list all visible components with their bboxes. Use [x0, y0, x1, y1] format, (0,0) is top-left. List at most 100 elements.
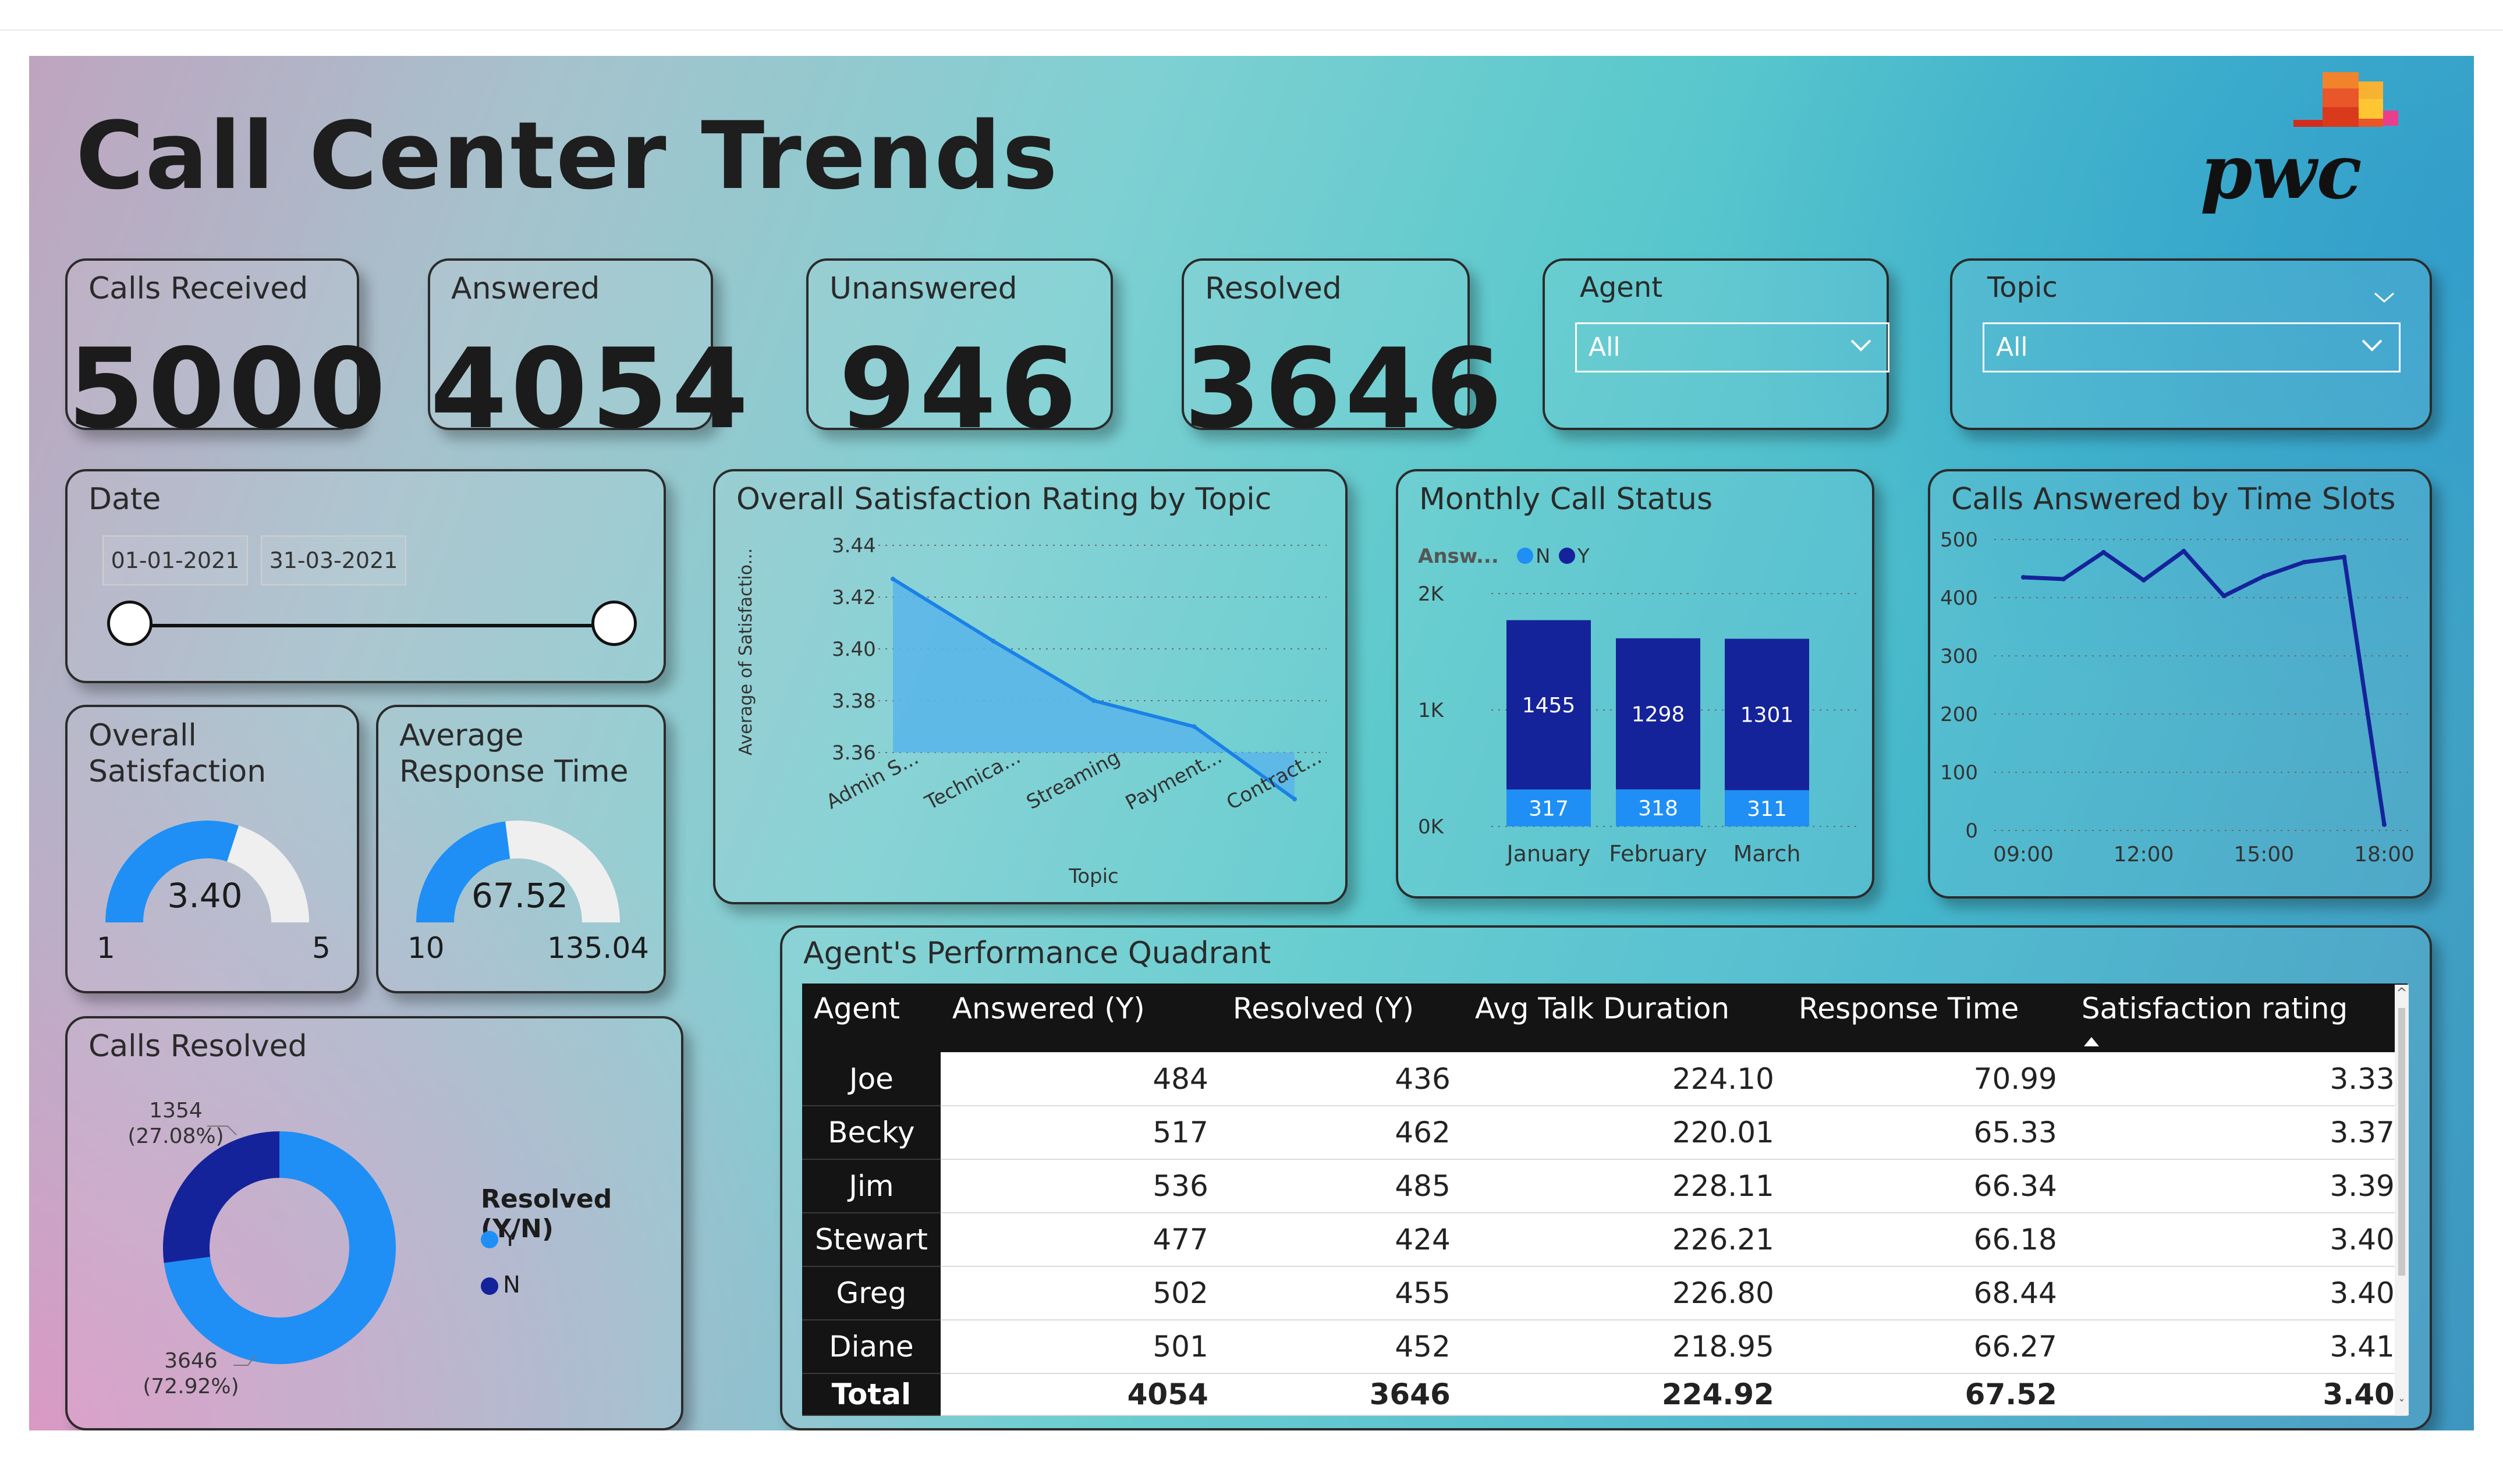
- gauge-value: 67.52: [471, 876, 569, 915]
- agent-name-cell: Total: [802, 1373, 941, 1416]
- agent-dropdown[interactable]: All: [1575, 322, 1889, 372]
- legend-label: Y: [503, 1225, 517, 1252]
- topic-dropdown[interactable]: All: [1983, 322, 2401, 372]
- gauge-title: Overall Satisfaction: [88, 718, 266, 790]
- kpi-label: Resolved: [1205, 271, 1342, 306]
- table-row[interactable]: Stewart 477 424 226.21 66.18 3.40: [802, 1213, 2408, 1267]
- gauge-chart: [105, 821, 309, 922]
- kpi-answered: Answered 4054: [428, 258, 749, 453]
- table-row[interactable]: Greg 502 455 226.80 68.44 3.40: [802, 1266, 2408, 1320]
- data-point: [1091, 698, 1096, 703]
- table-row[interactable]: Jim 536 485 228.11 66.34 3.39: [802, 1159, 2408, 1213]
- gauge-title-line1: Average: [399, 718, 524, 753]
- table-row[interactable]: Becky 517 462 220.01 65.33 3.37: [802, 1106, 2408, 1160]
- table-cell: 3646: [1221, 1373, 1463, 1416]
- data-point: [2061, 577, 2066, 581]
- data-point: [891, 576, 895, 581]
- data-point: [2221, 594, 2227, 598]
- column-header-satisfaction[interactable]: Satisfaction rating: [2069, 984, 2408, 1052]
- column-header-answered[interactable]: Answered (Y): [940, 984, 1221, 1052]
- y-axis-title: Average of Satisfactio...: [736, 548, 756, 755]
- table-cell: 67.52: [1786, 1373, 2070, 1416]
- legend-label: Y: [1577, 545, 1590, 568]
- scroll-down-icon[interactable]: ˇ: [2395, 1398, 2409, 1413]
- kpi-calls-received: Calls Received 5000: [65, 258, 386, 453]
- table-cell: 424: [1221, 1213, 1463, 1267]
- table-cell: 3.40: [2069, 1266, 2408, 1320]
- agent-performance-table: Agent Answered (Y) Resolved (Y) Avg Talk…: [802, 984, 2408, 1416]
- gauge-chart: [416, 821, 620, 922]
- y-tick-label: 100: [1940, 761, 1978, 784]
- table-total-row[interactable]: Total 4054 3646 224.92 67.52 3.40: [802, 1373, 2408, 1416]
- column-header-label: Satisfaction rating: [2081, 992, 2348, 1025]
- date-start-input[interactable]: 01-01-2021: [102, 535, 248, 585]
- x-tick-label: Payment...: [1122, 745, 1226, 815]
- scroll-up-icon[interactable]: ^: [2395, 986, 2409, 1000]
- table-cell: 501: [940, 1320, 1221, 1374]
- x-tick-label: Streaming: [1023, 745, 1124, 814]
- date-slider-end-handle[interactable]: [591, 601, 637, 646]
- table-cell: 452: [1221, 1320, 1463, 1374]
- table-cell: 224.10: [1463, 1052, 1787, 1106]
- column-header-response-time[interactable]: Response Time: [1786, 984, 2070, 1052]
- x-tick-label: 12:00: [2114, 843, 2174, 867]
- x-axis-title: Topic: [1068, 865, 1119, 888]
- legend-item-n[interactable]: N: [481, 1272, 520, 1298]
- data-label: 311: [1747, 797, 1787, 821]
- donut-label-pct: (27.08%): [127, 1124, 224, 1148]
- donut-label-pct: (72.92%): [143, 1375, 239, 1398]
- y-tick-label: 300: [1940, 645, 1978, 668]
- gauge-max: 5: [312, 931, 331, 965]
- scrollbar-thumb[interactable]: [2398, 1008, 2405, 1276]
- gauge-value: 3.40: [167, 876, 243, 915]
- data-point: [1192, 724, 1197, 729]
- data-point: [2302, 560, 2307, 565]
- table-cell: 436: [1221, 1052, 1463, 1106]
- chevron-down-icon: [1850, 339, 1871, 352]
- column-header-agent[interactable]: Agent: [802, 984, 941, 1052]
- gauge-overall-satisfaction: Overall Satisfaction 3.40 1 5: [65, 705, 359, 993]
- table-row[interactable]: Joe 484 436 224.10 70.99 3.33: [802, 1052, 2408, 1106]
- kpi-label: Answered: [451, 271, 600, 306]
- table-cell: 477: [940, 1213, 1221, 1267]
- date-slider-start-handle[interactable]: [107, 601, 153, 646]
- donut-label-value: 3646: [164, 1349, 218, 1373]
- column-header-talk-duration[interactable]: Avg Talk Duration: [1463, 984, 1787, 1052]
- x-tick-label: January: [1505, 841, 1590, 867]
- y-tick-label: 1K: [1418, 699, 1445, 722]
- table-cell: 66.34: [1786, 1159, 2070, 1213]
- legend-label: N: [1536, 545, 1550, 568]
- column-header-resolved[interactable]: Resolved (Y): [1221, 984, 1463, 1052]
- chevron-down-icon: [2362, 339, 2383, 352]
- table-cell: 218.95: [1463, 1320, 1787, 1374]
- kpi-value: 5000: [68, 325, 389, 453]
- legend-dot-icon: [1517, 548, 1533, 564]
- agent-name-cell: Greg: [802, 1266, 941, 1320]
- data-point: [991, 638, 996, 644]
- date-end-input[interactable]: 31-03-2021: [261, 535, 406, 585]
- table-cell: 4054: [940, 1373, 1221, 1416]
- data-point: [2141, 578, 2146, 583]
- satisfaction-by-topic-panel: Overall Satisfaction Rating by Topic 3.4…: [713, 469, 1348, 904]
- table-cell: 484: [940, 1052, 1221, 1106]
- legend-dot-icon: [481, 1277, 498, 1295]
- table-cell: 502: [940, 1266, 1221, 1320]
- x-tick-label: 18:00: [2354, 843, 2415, 867]
- table-cell: 70.99: [1786, 1052, 2070, 1106]
- chevron-down-icon[interactable]: [2373, 289, 2396, 306]
- gauge-min: 10: [407, 931, 445, 965]
- table-cell: 66.18: [1786, 1213, 2070, 1267]
- table-row[interactable]: Diane 501 452 218.95 66.27 3.41: [802, 1320, 2408, 1374]
- agent-name-cell: Joe: [802, 1052, 941, 1106]
- table-cell: 3.40: [2069, 1213, 2408, 1267]
- pwc-logo-text: pwc: [2200, 129, 2362, 216]
- data-point: [2101, 550, 2106, 555]
- table-cell: 455: [1221, 1266, 1463, 1320]
- table-cell: 66.27: [1786, 1320, 2070, 1374]
- table-cell: 517: [940, 1106, 1221, 1160]
- table-title: Agent's Performance Quadrant: [803, 936, 1271, 971]
- donut-slice-n: [163, 1131, 279, 1263]
- table-scrollbar[interactable]: ^ ˇ: [2395, 985, 2409, 1415]
- data-label: 1298: [1632, 703, 1685, 727]
- legend-item-y[interactable]: Y: [481, 1225, 517, 1252]
